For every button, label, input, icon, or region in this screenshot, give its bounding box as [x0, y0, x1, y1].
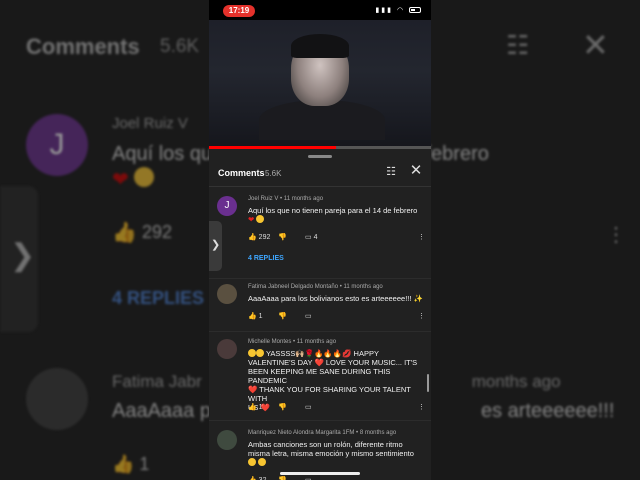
comment-actions: 👍 1 👎 ▭ ⋮	[248, 403, 428, 413]
comment-separator	[209, 420, 431, 421]
bg-more-icon: ⋮	[606, 224, 626, 246]
video-person-body	[259, 100, 385, 140]
reply-icon: ▭	[305, 234, 312, 241]
bg-replies-link: 4 REPLIES	[112, 288, 205, 308]
comment-separator	[209, 331, 431, 332]
video-progress-fill	[209, 146, 336, 149]
bg-avatar-2	[26, 368, 88, 430]
close-icon[interactable]: ✕	[408, 163, 424, 179]
like-icon: 👍	[248, 404, 257, 411]
avatar[interactable]	[217, 284, 237, 304]
avatar[interactable]	[217, 430, 237, 450]
reply-icon[interactable]: ▭	[305, 312, 312, 322]
comment-actions: 👍 1 👎 ▭ ⋮	[248, 312, 428, 322]
avatar[interactable]: J	[217, 196, 237, 216]
comments-count: 5.6K	[265, 169, 282, 178]
comment-author[interactable]: Michelle Montes • 11 months ago	[248, 339, 336, 345]
like-button[interactable]: 👍 1	[248, 403, 263, 413]
like-button[interactable]: 👍 32	[248, 476, 266, 480]
like-button[interactable]: 👍 1	[248, 312, 263, 322]
bg-like-icon-2: 👍 1	[112, 454, 150, 474]
video-player[interactable]	[209, 20, 431, 148]
bg-comments-title: Comments	[26, 34, 140, 59]
battery-icon	[409, 7, 421, 14]
side-panel-toggle[interactable]: ❯	[209, 221, 222, 271]
bg-like-icon: 👍	[112, 222, 137, 244]
scrollbar[interactable]	[427, 374, 429, 392]
more-vert-icon[interactable]: ⋮	[418, 403, 425, 413]
more-vert-icon[interactable]: ⋮	[418, 233, 425, 243]
header-divider	[209, 186, 431, 187]
comment-text: Ambas canciones son un rolón, diferente …	[248, 440, 426, 467]
status-time: 17:19	[223, 5, 255, 17]
view-replies-link[interactable]: 4 REPLIES	[248, 255, 284, 262]
dislike-icon[interactable]: 👎	[278, 312, 287, 322]
reply-button[interactable]: ▭ 4	[305, 233, 317, 243]
status-icons: ▮▮▮ ◠	[375, 6, 421, 14]
drag-handle[interactable]	[308, 155, 332, 158]
bg-author: Joel Ruiz V	[112, 115, 188, 132]
screen: Comments 5.6K ☷ ✕ J Joel Ruiz V Aquí los…	[0, 0, 640, 480]
comments-sheet: Comments 5.6K ☷ ✕ J Joel Ruiz V • 11 mon…	[209, 150, 431, 480]
comment-separator	[209, 278, 431, 279]
home-indicator[interactable]	[280, 472, 360, 475]
sort-tune-icon[interactable]: ☷	[384, 165, 398, 179]
like-icon: 👍	[248, 313, 257, 320]
bg-tune-icon: ☷	[506, 30, 530, 60]
chevron-right-icon: ❯	[211, 239, 221, 251]
dislike-icon[interactable]: 👎	[278, 403, 287, 413]
bg-side-tab: ❯	[0, 186, 38, 332]
dislike-icon[interactable]: 👎	[278, 476, 287, 480]
video-progress-bar[interactable]	[209, 146, 431, 149]
bg-comments-count: 5.6K	[160, 36, 200, 57]
status-bar: 17:19 ▮▮▮ ◠	[209, 0, 431, 20]
comment-text: Aquí los que no tienen pareja para el 14…	[248, 206, 418, 224]
bg-heart-icon: ❤	[112, 167, 155, 192]
comment-actions: 👍 32 👎 ▭	[248, 476, 428, 480]
comments-title: Comments	[218, 168, 265, 178]
reply-icon[interactable]: ▭	[305, 403, 312, 413]
phone-screen: 17:19 ▮▮▮ ◠ Comments 5.6K ☷ ✕ J Joel Rui…	[209, 0, 431, 480]
comment-author[interactable]: Fatima Jabneel Delgado Montaño • 11 mont…	[248, 284, 383, 290]
bg-like-count: 292	[142, 222, 173, 242]
bg-avatar: J	[26, 114, 88, 176]
bg-close-icon: ✕	[582, 27, 609, 63]
signal-icon: ▮▮▮	[375, 7, 393, 14]
wifi-icon: ◠	[396, 7, 406, 14]
reply-icon[interactable]: ▭	[305, 476, 312, 480]
dislike-icon[interactable]: 👎	[278, 233, 287, 243]
comment-author[interactable]: Joel Ruiz V • 11 months ago	[248, 196, 323, 202]
more-vert-icon[interactable]: ⋮	[418, 312, 425, 322]
video-person-hair	[291, 34, 349, 58]
comment-text: AaaAaaa para los bolivianos esto es arte…	[248, 294, 423, 303]
avatar[interactable]	[217, 339, 237, 359]
comment-author[interactable]: Manriquez Nieto Alondra Margarita 1FM • …	[248, 430, 396, 436]
comment-actions: 👍 292 👎 ▭ 4 ⋮	[248, 233, 428, 243]
like-button[interactable]: 👍 292	[248, 233, 270, 243]
like-icon: 👍	[248, 234, 257, 241]
